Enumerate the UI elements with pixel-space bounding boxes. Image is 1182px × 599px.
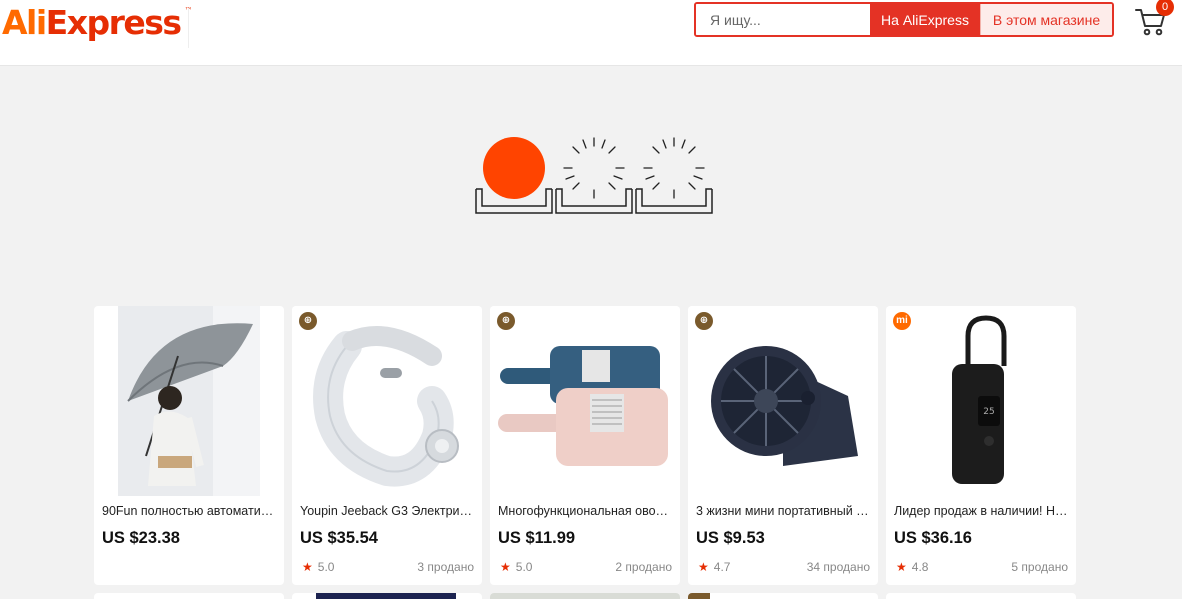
product-grid-next-row bbox=[94, 593, 1076, 599]
star-icon: ★ bbox=[698, 560, 709, 574]
sold-count: 2 продано bbox=[615, 560, 672, 574]
cart-count-badge: 0 bbox=[1156, 0, 1174, 16]
product-card[interactable]: ⊕ 3 жизни мини портативный вентилятор US… bbox=[688, 306, 878, 585]
product-card[interactable]: 25 mi Лидер продаж в наличии! Насос US $… bbox=[886, 306, 1076, 585]
sold-count: 34 продано bbox=[806, 560, 870, 574]
product-price: US $23.38 bbox=[102, 529, 180, 547]
search-bar: На AliExpress В этом магазине bbox=[694, 2, 1114, 37]
store-badge-icon: ⊕ bbox=[695, 312, 713, 330]
product-card[interactable] bbox=[688, 593, 878, 599]
sold-count: 5 продано bbox=[1011, 560, 1068, 574]
product-card[interactable] bbox=[490, 593, 680, 599]
aliexpress-logo[interactable]: AliExpress ™ bbox=[2, 3, 193, 43]
star-icon: ★ bbox=[500, 560, 511, 574]
logo-ali-text: Ali bbox=[2, 3, 47, 42]
product-rating: ★ 5.0 bbox=[302, 560, 334, 574]
product-title[interactable]: 90Fun полностью автоматический зонт bbox=[102, 504, 276, 518]
product-price: US $35.54 bbox=[300, 529, 378, 547]
store-badge-icon: ⊕ bbox=[497, 312, 515, 330]
product-image[interactable] bbox=[688, 306, 878, 496]
product-title[interactable]: Лидер продаж в наличии! Насос bbox=[894, 504, 1068, 518]
star-icon: ★ bbox=[896, 560, 907, 574]
product-image[interactable] bbox=[292, 306, 482, 496]
search-input[interactable] bbox=[696, 4, 870, 35]
product-price: US $11.99 bbox=[498, 529, 576, 547]
product-card[interactable] bbox=[94, 593, 284, 599]
rating-value: 4.7 bbox=[713, 560, 731, 574]
product-title[interactable]: Многофункциональная овощерезка bbox=[498, 504, 672, 518]
product-grid: 90Fun полностью автоматический зонт US $… bbox=[94, 306, 1076, 585]
loading-spinner-icon bbox=[474, 134, 716, 216]
rating-value: 5.0 bbox=[317, 560, 335, 574]
product-price: US $36.16 bbox=[894, 529, 972, 547]
product-image[interactable] bbox=[94, 306, 284, 496]
rating-value: 4.8 bbox=[911, 560, 929, 574]
product-image[interactable] bbox=[490, 306, 680, 496]
product-rating: ★ 5.0 bbox=[500, 560, 532, 574]
product-image[interactable]: 25 bbox=[886, 306, 1076, 496]
header-divider bbox=[188, 8, 189, 48]
product-title[interactable]: Youpin Jeeback G3 Электрический массажер bbox=[300, 504, 474, 518]
sold-count: 3 продано bbox=[417, 560, 474, 574]
cart-button[interactable]: 0 bbox=[1134, 0, 1174, 38]
search-aliexpress-button[interactable]: На AliExpress bbox=[870, 4, 980, 35]
rating-value: 5.0 bbox=[515, 560, 533, 574]
mi-store-badge-icon: mi bbox=[893, 312, 911, 330]
product-card[interactable]: ⊕ Youpin Jeeback G3 Электрический массаж… bbox=[292, 306, 482, 585]
search-in-store-button[interactable]: В этом магазине bbox=[980, 4, 1112, 35]
product-card[interactable]: ⊕ Многофункциональная овощерезка US $11.… bbox=[490, 306, 680, 585]
product-price: US $9.53 bbox=[696, 529, 765, 547]
top-header: AliExpress ™ На AliExpress В этом магази… bbox=[0, 0, 1182, 66]
product-card[interactable] bbox=[292, 593, 482, 599]
logo-express-text: Express bbox=[45, 3, 182, 42]
product-rating: ★ 4.7 bbox=[698, 560, 730, 574]
product-card[interactable] bbox=[886, 593, 1076, 599]
svg-text:25: 25 bbox=[983, 407, 994, 417]
star-icon: ★ bbox=[302, 560, 313, 574]
store-badge-icon: ⊕ bbox=[299, 312, 317, 330]
product-title[interactable]: 3 жизни мини портативный вентилятор bbox=[696, 504, 870, 518]
product-card[interactable]: 90Fun полностью автоматический зонт US $… bbox=[94, 306, 284, 585]
product-rating: ★ 4.8 bbox=[896, 560, 928, 574]
